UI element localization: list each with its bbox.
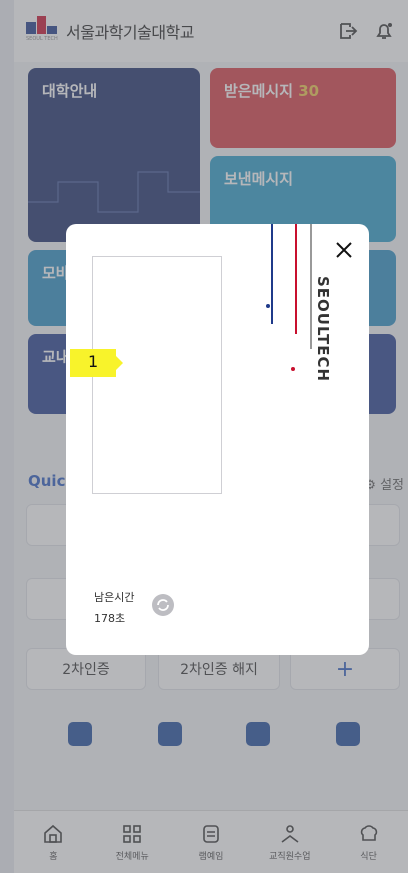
remaining-time-value: 178초 <box>94 612 126 625</box>
close-icon[interactable] <box>334 240 354 260</box>
refresh-icon[interactable] <box>152 594 174 616</box>
annotation-badge: 1 <box>70 349 116 377</box>
annotation-badge-pointer <box>115 355 123 371</box>
brand-wordmark: SEOULTECH <box>314 276 332 383</box>
mobile-id-modal: SEOULTECH 남은시간 178초 <box>66 224 369 655</box>
brand-stripes <box>266 224 312 371</box>
remaining-time-label: 남은시간 <box>94 591 135 604</box>
app-screen: SEOUL TECH 서울과학기술대학교 대학안내 받은메시지 30 <box>0 0 408 873</box>
